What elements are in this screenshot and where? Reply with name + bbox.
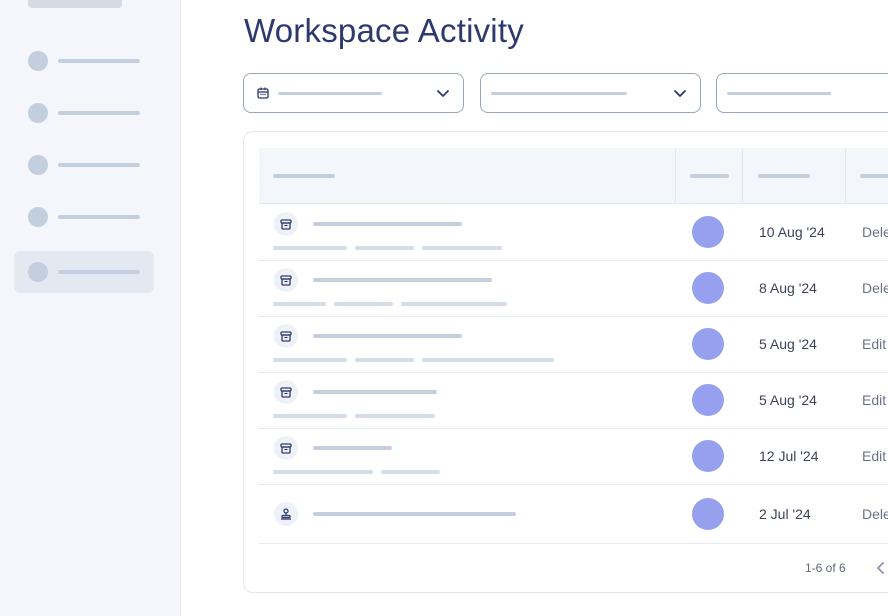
sidebar-item-2[interactable] (14, 92, 154, 134)
chevron-down-icon (674, 90, 686, 97)
filter-value-placeholder (278, 92, 382, 95)
nav-placeholder-icon (28, 103, 48, 123)
sidebar-item-3[interactable] (14, 144, 154, 186)
sidebar (0, 0, 181, 616)
row-meta-placeholder (355, 358, 414, 362)
sidebar-item-label-placeholder (58, 59, 140, 63)
row-meta-placeholder (401, 302, 507, 306)
archive-icon (274, 324, 298, 348)
avatar[interactable] (692, 440, 724, 472)
column-header-date[interactable] (758, 174, 810, 178)
row-meta-placeholder (273, 302, 326, 306)
table-row[interactable]: 12 Jul '24 Edit (259, 428, 888, 485)
row-action: Dele (862, 280, 888, 296)
row-date: 5 Aug '24 (759, 336, 817, 352)
table-header (259, 148, 888, 204)
avatar[interactable] (692, 384, 724, 416)
row-meta-placeholder (273, 358, 347, 362)
chevron-down-icon (437, 90, 449, 97)
row-title-placeholder (313, 222, 462, 226)
table-row[interactable]: 10 Aug '24 Dele (259, 204, 888, 261)
avatar[interactable] (692, 498, 724, 530)
column-header-action[interactable] (860, 174, 888, 178)
chevron-left-icon[interactable] (873, 560, 887, 576)
avatar[interactable] (692, 328, 724, 360)
sidebar-item-label-placeholder (58, 215, 140, 219)
row-meta-placeholder (355, 246, 414, 250)
column-divider (675, 148, 676, 203)
sidebar-item-1[interactable] (14, 40, 154, 82)
row-meta-placeholder (273, 470, 373, 474)
pagination-range: 1-6 of 6 (805, 561, 846, 575)
avatar[interactable] (692, 272, 724, 304)
archive-icon (274, 436, 298, 460)
column-header-user[interactable] (690, 174, 729, 178)
page-title: Workspace Activity (244, 12, 524, 49)
row-date: 10 Aug '24 (759, 224, 825, 240)
column-header-activity[interactable] (273, 174, 335, 178)
table-row[interactable]: 8 Aug '24 Dele (259, 260, 888, 317)
sidebar-item-label-placeholder (58, 270, 140, 274)
row-meta-placeholder (334, 302, 393, 306)
row-action: Edit (862, 336, 887, 352)
row-action: Edit (862, 392, 887, 408)
table-row[interactable]: 5 Aug '24 Edit (259, 372, 888, 429)
row-date: 12 Jul '24 (759, 448, 819, 464)
nav-placeholder-icon (28, 51, 48, 71)
nav-placeholder-icon (28, 262, 48, 282)
row-meta-placeholder (273, 414, 347, 418)
archive-icon (274, 380, 298, 404)
row-title-placeholder (313, 512, 516, 516)
sidebar-logo-placeholder (28, 0, 122, 8)
calendar-icon (257, 87, 269, 99)
row-meta-placeholder (273, 246, 347, 250)
row-title-placeholder (313, 390, 437, 394)
filter-value-placeholder (727, 92, 831, 95)
type-filter-select[interactable] (480, 73, 701, 113)
sidebar-item-label-placeholder (58, 163, 140, 167)
date-filter-select[interactable] (243, 73, 464, 113)
sidebar-item-4[interactable] (14, 196, 154, 238)
row-title-placeholder (313, 334, 462, 338)
sidebar-item-label-placeholder (58, 111, 140, 115)
row-date: 5 Aug '24 (759, 392, 817, 408)
row-meta-placeholder (422, 358, 554, 362)
filter-value-placeholder (491, 92, 627, 95)
nav-placeholder-icon (28, 155, 48, 175)
table-row[interactable]: 5 Aug '24 Edit (259, 316, 888, 373)
row-action: Edit (862, 448, 887, 464)
row-meta-placeholder (422, 246, 502, 250)
search-filter-input[interactable] (716, 73, 888, 113)
row-title-placeholder (313, 278, 492, 282)
row-action: Dele (862, 224, 888, 240)
row-meta-placeholder (355, 414, 435, 418)
archive-icon (274, 212, 298, 236)
nav-placeholder-icon (28, 207, 48, 227)
column-divider (845, 148, 846, 203)
row-meta-placeholder (381, 470, 440, 474)
sidebar-item-5-active[interactable] (14, 251, 154, 293)
archive-icon (274, 268, 298, 292)
row-date: 8 Aug '24 (759, 280, 817, 296)
stamp-icon (274, 502, 298, 526)
row-action: Dele (862, 506, 888, 522)
avatar[interactable] (692, 216, 724, 248)
row-title-placeholder (313, 446, 392, 450)
column-divider (742, 148, 743, 203)
table-row[interactable]: 2 Jul '24 Dele (259, 484, 888, 544)
row-date: 2 Jul '24 (759, 506, 811, 522)
